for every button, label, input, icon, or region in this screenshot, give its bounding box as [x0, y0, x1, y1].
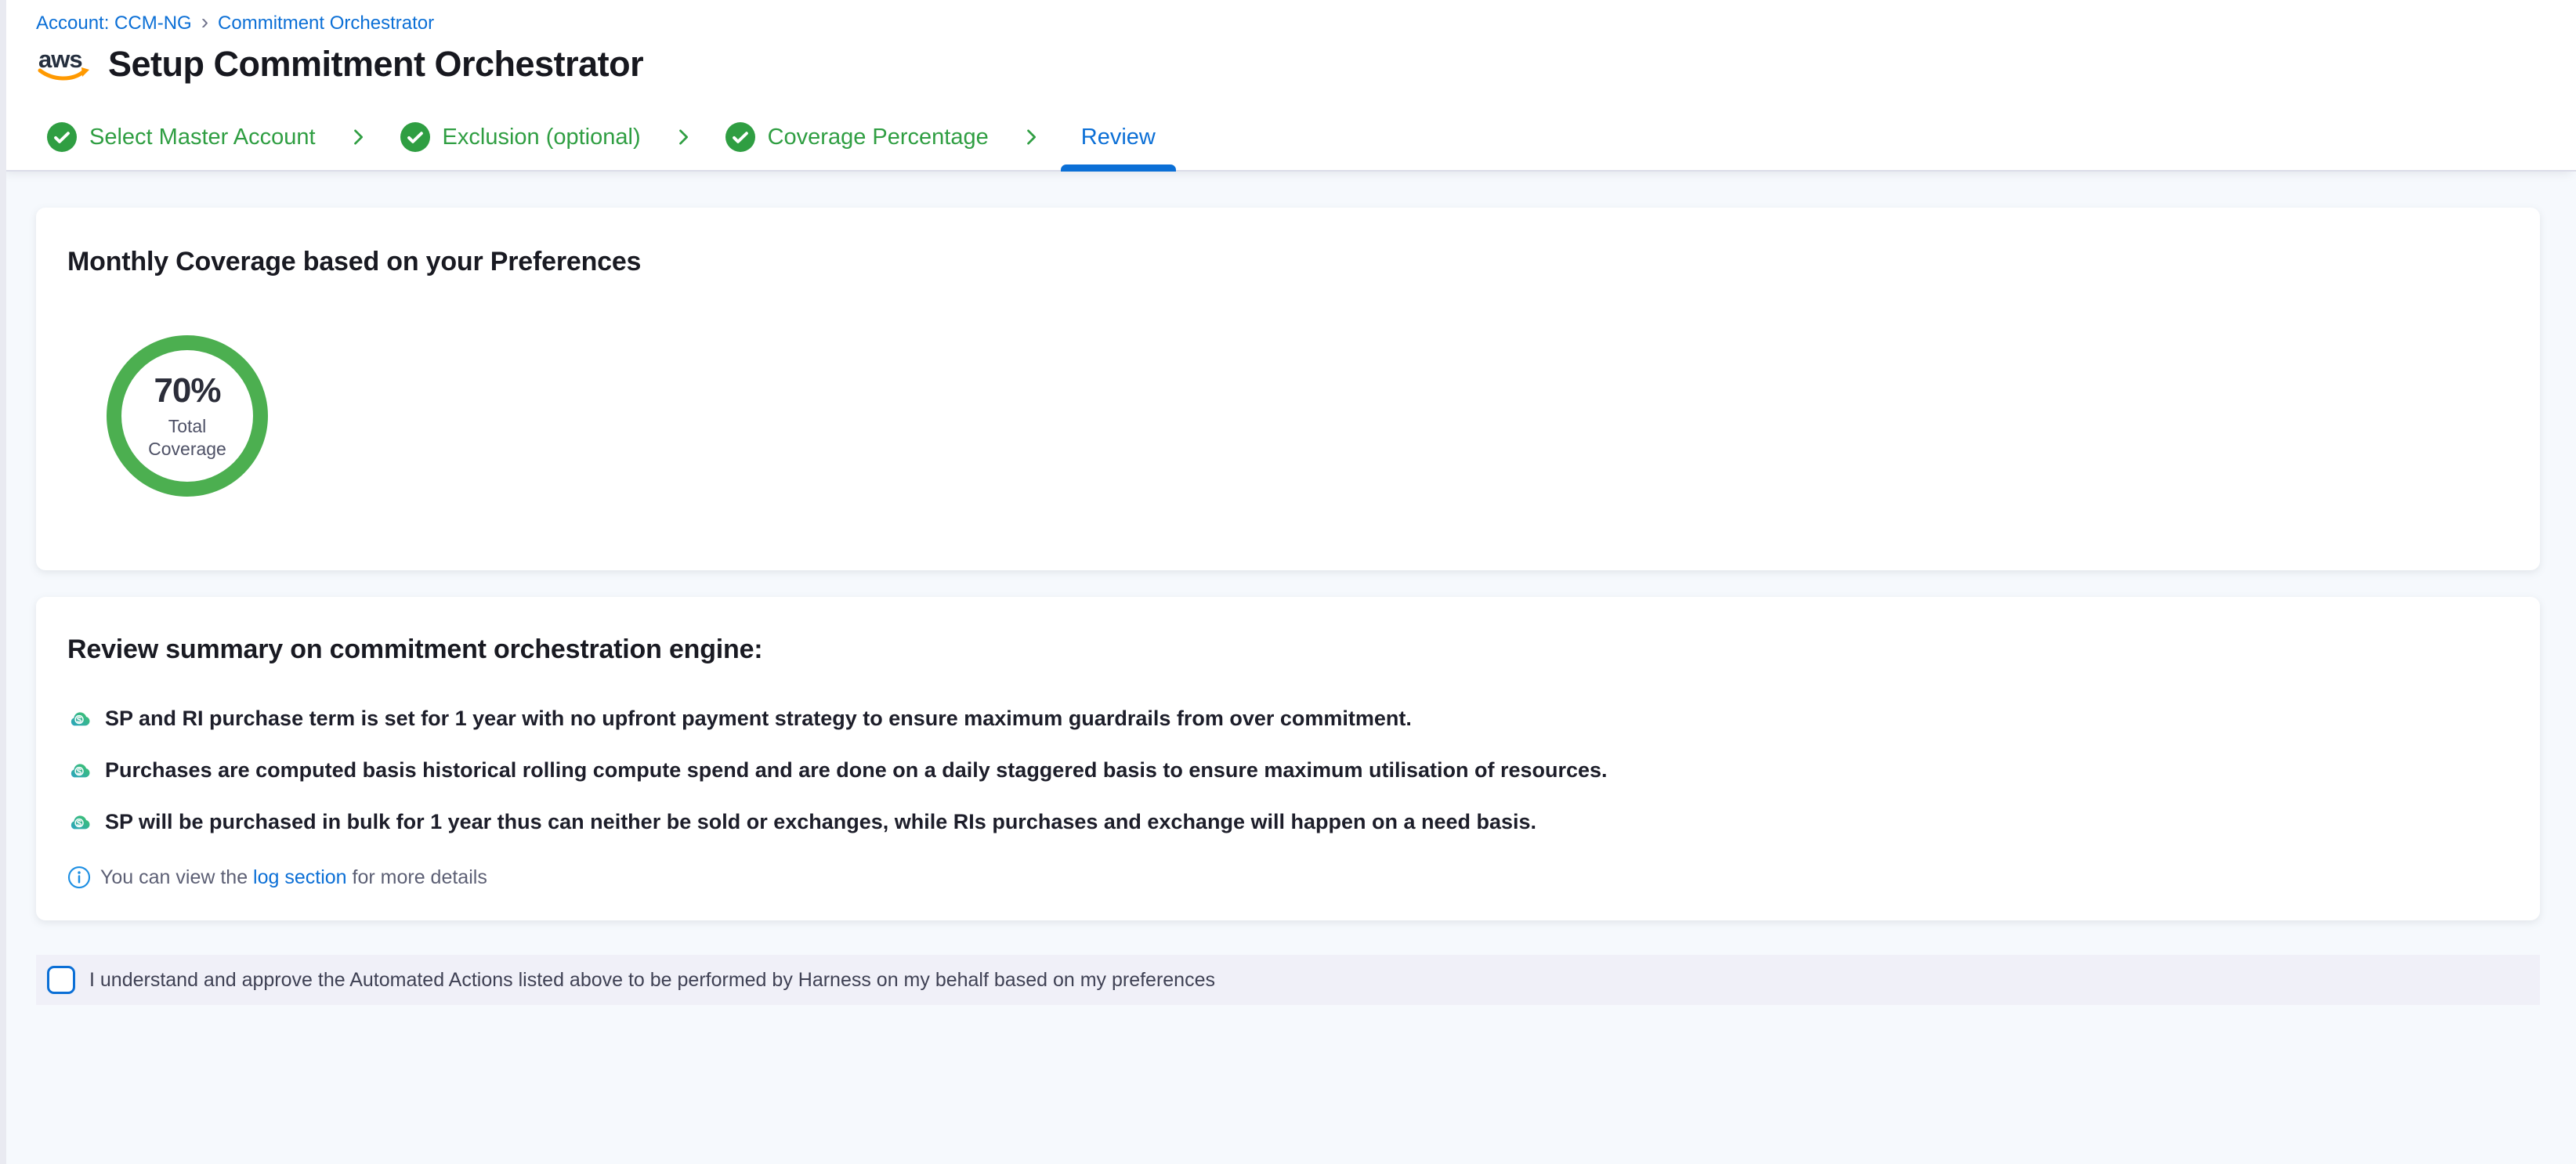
donut-value: 70% [154, 371, 220, 410]
total-coverage-donut-chart: 70% Total Coverage [107, 335, 268, 497]
summary-bullet: $ Purchases are computed basis historica… [67, 757, 2509, 783]
aws-logo-icon: aws [36, 45, 91, 84]
step-select-master-account[interactable]: Select Master Account [47, 104, 316, 170]
review-summary-card: Review summary on commitment orchestrati… [36, 597, 2540, 920]
consent-label[interactable]: I understand and approve the Automated A… [89, 969, 1215, 992]
stepper-chevron-icon [347, 104, 369, 170]
donut-label: Total Coverage [148, 415, 226, 461]
step-label: Select Master Account [89, 125, 316, 150]
cloud-dollar-icon: $ [67, 757, 92, 783]
summary-bullet: $ SP will be purchased in bulk for 1 yea… [67, 809, 2509, 834]
svg-text:$: $ [77, 716, 82, 725]
page-title: Setup Commitment Orchestrator [108, 44, 643, 85]
consent-bar: I understand and approve the Automated A… [36, 955, 2540, 1005]
summary-bullet: $ SP and RI purchase term is set for 1 y… [67, 706, 2509, 731]
breadcrumb-chevron-icon: › [201, 11, 208, 36]
bullet-text: SP and RI purchase term is set for 1 yea… [105, 707, 1412, 731]
bullet-text: SP will be purchased in bulk for 1 year … [105, 810, 1536, 834]
log-section-link[interactable]: log section [253, 866, 347, 888]
bullet-text: Purchases are computed basis historical … [105, 758, 1608, 783]
page-header: Account: CCM-NG › Commitment Orchestrato… [0, 0, 2576, 104]
step-label: Exclusion (optional) [443, 125, 641, 150]
left-edge-strip [0, 0, 6, 1164]
step-label: Review [1081, 125, 1156, 150]
breadcrumb-account-link[interactable]: Account: CCM-NG [36, 13, 192, 34]
svg-text:$: $ [77, 768, 82, 777]
step-exclusion-optional[interactable]: Exclusion (optional) [400, 104, 641, 170]
cloud-dollar-icon: $ [67, 809, 92, 834]
summary-card-title: Review summary on commitment orchestrati… [67, 634, 2509, 665]
step-completed-check-icon [47, 122, 77, 152]
info-text: You can view the log section for more de… [100, 866, 487, 889]
main-content: Monthly Coverage based on your Preferenc… [0, 172, 2576, 1005]
info-icon [67, 866, 91, 889]
summary-bullet-list: $ SP and RI purchase term is set for 1 y… [67, 706, 2509, 834]
breadcrumb: Account: CCM-NG › Commitment Orchestrato… [36, 11, 2540, 36]
step-coverage-percentage[interactable]: Coverage Percentage [725, 104, 989, 170]
step-review-active-tab[interactable]: Review [1073, 104, 1163, 170]
svg-text:$: $ [77, 819, 82, 829]
log-info-row: You can view the log section for more de… [67, 866, 2509, 900]
stepper-chevron-icon [1020, 104, 1042, 170]
monthly-coverage-card: Monthly Coverage based on your Preferenc… [36, 208, 2540, 570]
step-label: Coverage Percentage [768, 125, 989, 150]
cloud-dollar-icon: $ [67, 706, 92, 731]
aws-logo-text: aws [38, 45, 82, 73]
setup-stepper: Select Master Account Exclusion (optiona… [0, 104, 2576, 172]
step-completed-check-icon [725, 122, 755, 152]
coverage-card-title: Monthly Coverage based on your Preferenc… [67, 247, 2509, 277]
consent-checkbox[interactable] [47, 966, 75, 994]
breadcrumb-page-link[interactable]: Commitment Orchestrator [218, 13, 434, 34]
step-completed-check-icon [400, 122, 430, 152]
stepper-chevron-icon [672, 104, 694, 170]
